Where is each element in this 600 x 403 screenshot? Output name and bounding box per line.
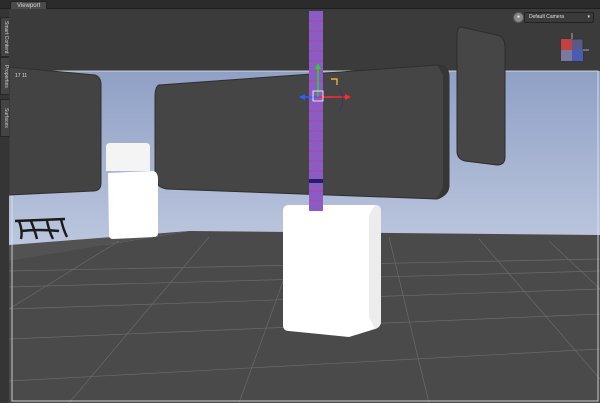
- white-prop-top[interactable]: [106, 143, 150, 171]
- camera-label: Default Camera: [529, 14, 565, 20]
- right-dark-panel[interactable]: [456, 26, 506, 166]
- camera-select[interactable]: Default Camera ▾: [524, 12, 594, 23]
- left-dark-panel[interactable]: [9, 66, 102, 196]
- white-prop-base[interactable]: [108, 171, 158, 239]
- scene-render[interactable]: [9, 9, 600, 403]
- center-dark-panel[interactable]: [154, 64, 450, 200]
- camera-icon[interactable]: ●: [513, 12, 524, 23]
- top-bar: Viewport: [0, 0, 600, 11]
- white-cube[interactable]: [283, 205, 381, 337]
- white-cube-side: [369, 205, 381, 329]
- pole-band: [309, 179, 323, 183]
- 3d-viewport[interactable]: ● Default Camera ▾ 17 11: [9, 9, 600, 403]
- frame-coords: 17 11: [15, 73, 28, 79]
- background-top: [9, 9, 600, 71]
- chevron-down-icon: ▾: [587, 14, 590, 20]
